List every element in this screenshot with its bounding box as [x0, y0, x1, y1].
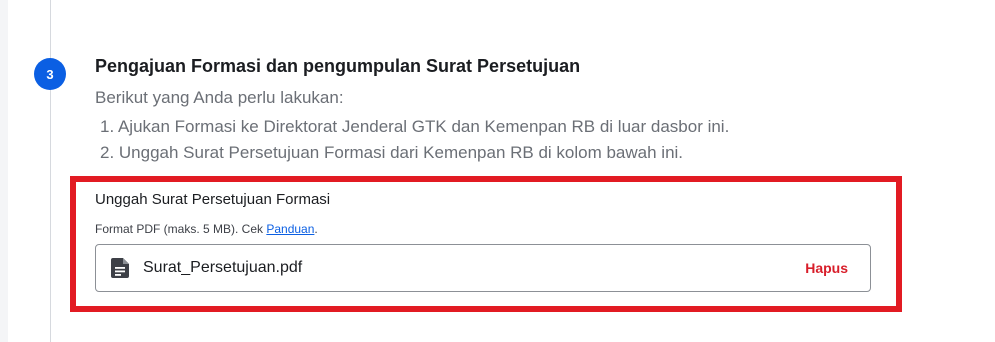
- guide-link[interactable]: Panduan: [266, 222, 314, 236]
- remove-file-button[interactable]: Hapus: [805, 260, 848, 276]
- step-intro: Berikut yang Anda perlu lakukan:: [95, 88, 344, 107]
- timeline-line: [50, 0, 51, 342]
- upload-section-title: Unggah Surat Persetujuan Formasi: [95, 191, 331, 208]
- list-item: 2. Unggah Surat Persetujuan Formasi dari…: [100, 143, 684, 162]
- upload-hint: Format PDF (maks. 5 MB). Cek Panduan.: [95, 222, 318, 236]
- step-number-badge: 3: [34, 58, 66, 90]
- file-name: Surat_Persetujuan.pdf: [143, 259, 303, 276]
- document-icon: [111, 258, 129, 278]
- list-item: 1. Ajukan Formasi ke Direktorat Jenderal…: [100, 117, 730, 136]
- uploaded-file-row: Surat_Persetujuan.pdf Hapus: [95, 244, 871, 292]
- step-title: Pengajuan Formasi dan pengumpulan Surat …: [95, 56, 581, 76]
- upload-hint-text: Format PDF (maks. 5 MB). Cek: [95, 222, 267, 236]
- upload-hint-suffix: .: [314, 222, 318, 236]
- left-gutter: [0, 0, 8, 342]
- step-instructions-list: 1. Ajukan Formasi ke Direktorat Jenderal…: [100, 114, 729, 166]
